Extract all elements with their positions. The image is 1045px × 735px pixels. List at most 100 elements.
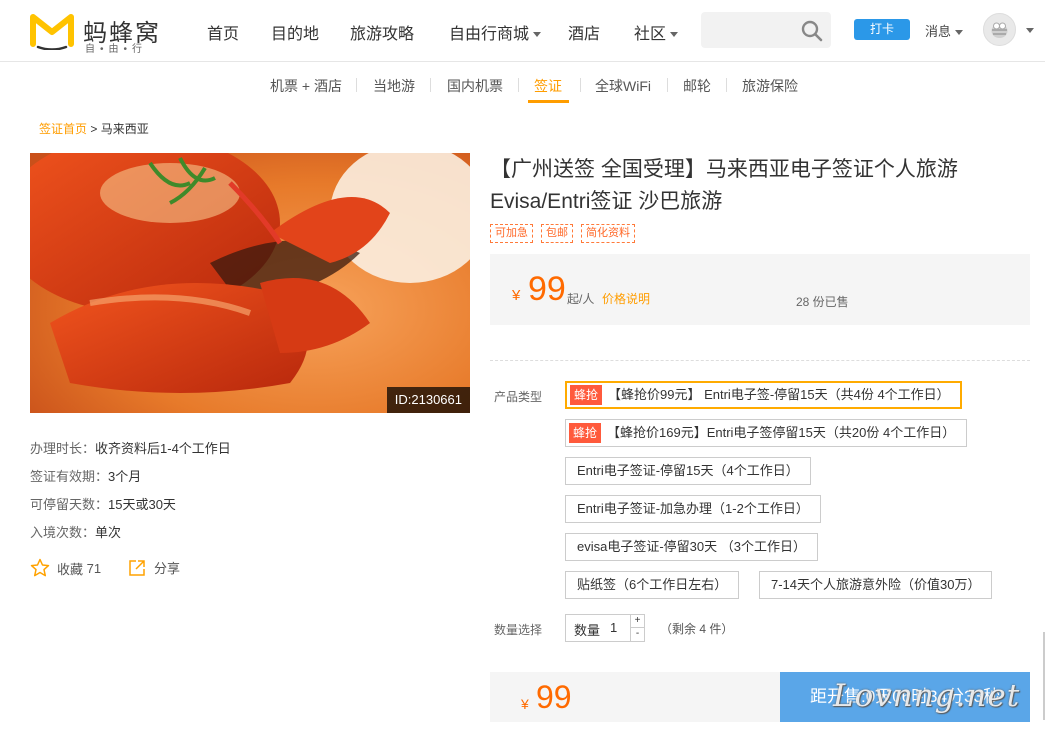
info-value: 3个月 (108, 469, 142, 484)
subnav-global-wifi[interactable]: 全球WiFi (595, 76, 651, 96)
breadcrumb-separator: > (87, 122, 101, 136)
sale-countdown-button[interactable]: 距开售:0天06时34分33秒 (780, 672, 1030, 722)
subnav-visa[interactable]: 签证 (534, 76, 562, 96)
option-entri-15[interactable]: Entri电子签证-停留15天（4个工作日） (565, 457, 811, 485)
tag-simplified-docs: 简化资料 (581, 224, 635, 243)
info-stay-days: 可停留天数：15天或30天 (30, 494, 176, 513)
messages-menu[interactable]: 消息 (925, 21, 964, 40)
flash-sale-badge: 蜂抢 (570, 385, 603, 405)
product-id-label: ID:2130661 (386, 387, 470, 413)
subnav-divider (726, 78, 727, 92)
option-flash-169[interactable]: 蜂抢 【蜂抢价169元】Entri电子签停留15天（共20份 4个工作日） (565, 419, 968, 447)
share-label: 分享 (154, 561, 181, 576)
price-amount: 99 (528, 270, 566, 308)
remaining-stock: （剩余 4 件） (660, 622, 734, 636)
quantity-select-label: 数量选择 (494, 623, 543, 637)
checkin-button[interactable]: 打卡 (854, 19, 910, 40)
info-key: 入境次数： (30, 525, 96, 540)
quantity-field-label: 数量 (574, 623, 601, 638)
top-header: 蚂蜂窝 自•由•行 首页 目的地 旅游攻略 自由行商城 酒店 社区 打卡 消息 (0, 0, 1045, 62)
nav-destinations[interactable]: 目的地 (271, 20, 319, 44)
nav-mall-label: 自由行商城 (449, 26, 530, 43)
sold-count: 28 份已售 (796, 295, 849, 309)
breadcrumb: 签证首页 > 马来西亚 (39, 120, 149, 137)
nav-community[interactable]: 社区 (634, 20, 679, 44)
nav-hotels[interactable]: 酒店 (568, 20, 600, 44)
flash-sale-badge: 蜂抢 (569, 423, 602, 443)
price-explain-link[interactable]: 价格说明 (602, 290, 650, 307)
messages-label: 消息 (925, 24, 952, 39)
quantity-stepper[interactable]: 数量 1 + - (565, 614, 645, 642)
option-sticker-visa[interactable]: 贴纸签（6个工作日左右） (565, 571, 740, 599)
nav-guides-label: 旅游攻略 (350, 26, 415, 43)
subnav-insurance[interactable]: 旅游保险 (742, 76, 798, 96)
nav-destinations-label: 目的地 (271, 26, 320, 43)
subnav-active-indicator (528, 100, 569, 103)
price-currency: ¥ (512, 287, 521, 304)
breadcrumb-current: 马来西亚 (100, 122, 149, 136)
subnav-flight-hotel[interactable]: 机票 + 酒店 (270, 76, 342, 96)
tag-free-shipping: 包邮 (541, 224, 573, 243)
info-key: 可停留天数： (30, 497, 109, 512)
option-label: 【蜂抢价169元】Entri电子签停留15天（共20份 4个工作日） (607, 425, 956, 440)
crab-dish-photo (30, 153, 470, 413)
option-entri-expedite[interactable]: Entri电子签证-加急办理（1-2个工作日） (565, 495, 821, 523)
nav-community-label: 社区 (634, 26, 667, 43)
option-evisa-30[interactable]: evisa电子签证-停留30天 （3个工作日） (565, 533, 818, 561)
subnav-cruise[interactable]: 邮轮 (683, 76, 711, 96)
chevron-down-icon (533, 32, 542, 38)
product-title: 【广州送签 全国受理】马来西亚电子签证个人旅游Evisa/Entri签证 沙巴旅… (490, 158, 958, 213)
total-price-bar: ¥ 99 (490, 672, 780, 722)
subnav-local-tours[interactable]: 当地游 (373, 76, 415, 96)
share-button[interactable]: 分享 (128, 558, 180, 577)
subnav-divider (667, 78, 668, 92)
info-value: 单次 (95, 525, 122, 540)
chevron-down-icon[interactable] (1026, 28, 1034, 33)
price-unit: 起/人 (567, 292, 595, 306)
option-travel-insurance[interactable]: 7-14天个人旅游意外险（价值30万） (759, 571, 993, 599)
quantity-plus-button[interactable]: + (631, 615, 644, 627)
price-panel: ¥ 99 起/人 价格说明 28 份已售 (490, 254, 1030, 325)
quantity-buttons: + - (630, 615, 644, 641)
option-flash-99[interactable]: 蜂抢 【蜂抢价99元】 Entri电子签-停留15天（共4份 4个工作日） (565, 381, 962, 409)
product-type-label: 产品类型 (494, 390, 543, 404)
subnav-divider (356, 78, 357, 92)
nav-mall[interactable]: 自由行商城 (449, 20, 542, 44)
star-icon (30, 558, 50, 577)
info-key: 签证有效期： (30, 469, 109, 484)
logo-tagline: 自•由•行 (85, 44, 148, 55)
info-processing-time: 办理时长：收齐资料后1-4个工作日 (30, 438, 231, 457)
product-tags: 可加急 包邮 简化资料 (490, 224, 635, 243)
user-avatar-icon[interactable] (983, 13, 1016, 46)
total-currency: ¥ (521, 696, 529, 712)
chevron-down-icon (955, 30, 964, 36)
total-amount: 99 (536, 679, 572, 715)
nav-home[interactable]: 首页 (207, 20, 239, 44)
search-input[interactable] (701, 12, 831, 48)
collect-count: 71 (86, 560, 102, 576)
info-entries: 入境次数：单次 (30, 522, 121, 541)
info-value: 15天或30天 (108, 497, 176, 512)
option-label: 【蜂抢价99元】 Entri电子签-停留15天（共4份 4个工作日） (608, 387, 950, 402)
collect-label: 收藏 (57, 561, 84, 577)
subnav-divider (430, 78, 431, 92)
info-key: 办理时长： (30, 441, 96, 456)
breadcrumb-visa-home[interactable]: 签证首页 (39, 122, 87, 136)
info-validity: 签证有效期：3个月 (30, 466, 141, 485)
divider (490, 360, 1030, 361)
subnav-divider (580, 78, 581, 92)
quantity-minus-button[interactable]: - (631, 627, 644, 640)
site-logo[interactable]: 蚂蜂窝 自•由•行 (30, 12, 170, 55)
subnav-divider (518, 78, 519, 92)
nav-guides[interactable]: 旅游攻略 (350, 20, 414, 44)
product-image[interactable]: ID:2130661 (30, 153, 470, 413)
collect-button[interactable]: 收藏 71 (30, 558, 101, 578)
quantity-value[interactable]: 1 (610, 620, 617, 635)
mafengwo-logo-icon (30, 14, 74, 50)
search-icon[interactable] (801, 20, 823, 42)
bee-avatar-graphic (991, 22, 1008, 38)
subnav-domestic-flights[interactable]: 国内机票 (447, 76, 503, 96)
info-value: 收齐资料后1-4个工作日 (95, 441, 231, 456)
share-icon (129, 559, 145, 576)
nav-hotels-label: 酒店 (568, 26, 601, 43)
